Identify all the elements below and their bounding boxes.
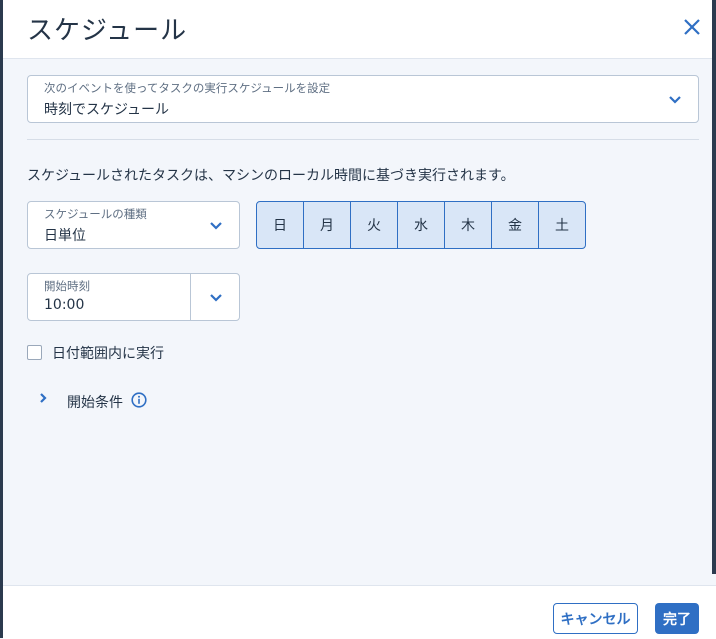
info-icon[interactable]: [131, 392, 147, 408]
chevron-down-icon[interactable]: [209, 293, 223, 303]
weekday-sat[interactable]: 土: [539, 202, 585, 248]
dialog-header: スケジュール: [3, 0, 712, 59]
local-time-notice: スケジュールされたタスクは、マシンのローカル時間に基づき実行されます。: [27, 168, 515, 184]
chevron-down-icon: [210, 222, 222, 230]
weekday-thu[interactable]: 木: [445, 202, 492, 248]
start-time-field[interactable]: 開始時刻 10:00: [27, 273, 240, 321]
schedule-mode-select[interactable]: 次のイベントを使ってタスクの実行スケジュールを設定 時刻でスケジュール: [27, 75, 699, 123]
weekday-selector: 日 月 火 水 木 金 土: [256, 201, 586, 249]
dialog-footer: キャンセル 完了: [3, 585, 716, 639]
date-range-checkbox[interactable]: [27, 345, 42, 360]
weekday-tue[interactable]: 火: [351, 202, 398, 248]
schedule-type-select[interactable]: スケジュールの種類 日単位: [27, 201, 240, 249]
schedule-type-label: スケジュールの種類: [44, 207, 147, 221]
weekday-mon[interactable]: 月: [304, 202, 351, 248]
scrollbar-track[interactable]: [712, 0, 716, 574]
chevron-down-icon: [669, 96, 681, 104]
done-button[interactable]: 完了: [655, 603, 699, 634]
date-range-label: 日付範囲内に実行: [52, 346, 164, 362]
dialog-content: 次のイベントを使ってタスクの実行スケジュールを設定 時刻でスケジュール スケジュ…: [3, 59, 712, 585]
schedule-type-value: 日単位: [44, 228, 86, 244]
cancel-button[interactable]: キャンセル: [553, 603, 638, 634]
section-divider: [27, 139, 699, 140]
chevron-right-icon[interactable]: [37, 391, 49, 405]
close-icon[interactable]: [679, 14, 705, 40]
schedule-mode-value: 時刻でスケジュール: [44, 102, 170, 118]
weekday-sun[interactable]: 日: [257, 202, 304, 248]
dialog-title: スケジュール: [27, 16, 188, 46]
schedule-mode-label: 次のイベントを使ってタスクの実行スケジュールを設定: [44, 81, 331, 95]
start-time-value: 10:00: [44, 297, 85, 313]
weekday-fri[interactable]: 金: [492, 202, 539, 248]
start-time-label: 開始時刻: [44, 279, 90, 293]
start-conditions-label[interactable]: 開始条件: [67, 392, 123, 412]
weekday-wed[interactable]: 水: [398, 202, 445, 248]
start-time-dropdown-divider: [190, 274, 191, 320]
